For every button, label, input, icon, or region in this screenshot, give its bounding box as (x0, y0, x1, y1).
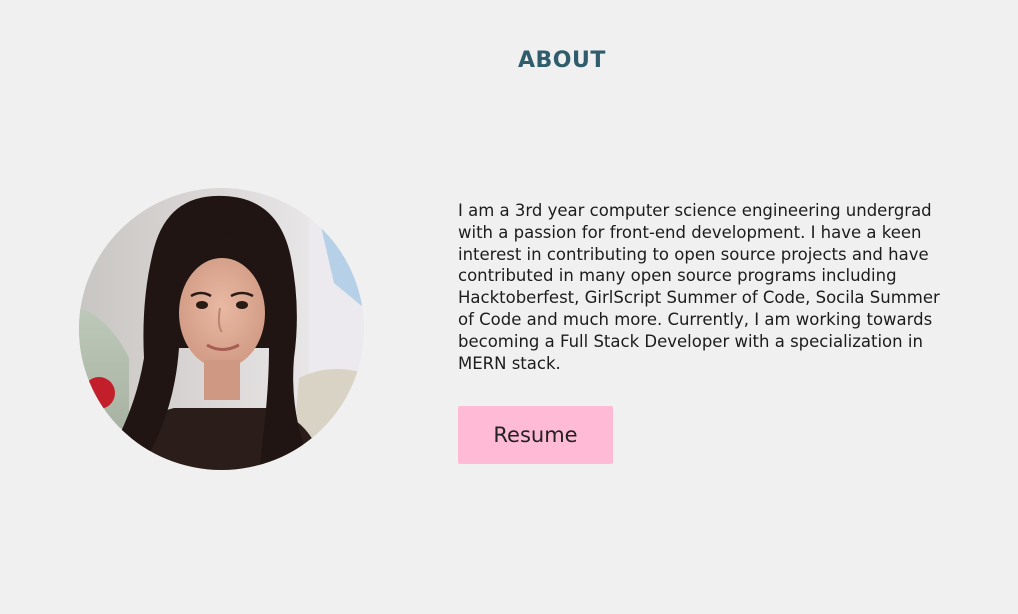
section-title: ABOUT (518, 48, 606, 73)
about-bio: I am a 3rd year computer science enginee… (458, 201, 940, 373)
about-section: ABOUT I am a 3rd year computer science e… (0, 0, 1018, 614)
portrait-illustration (79, 188, 364, 470)
resume-button[interactable]: Resume (458, 406, 613, 464)
profile-photo (79, 188, 364, 470)
